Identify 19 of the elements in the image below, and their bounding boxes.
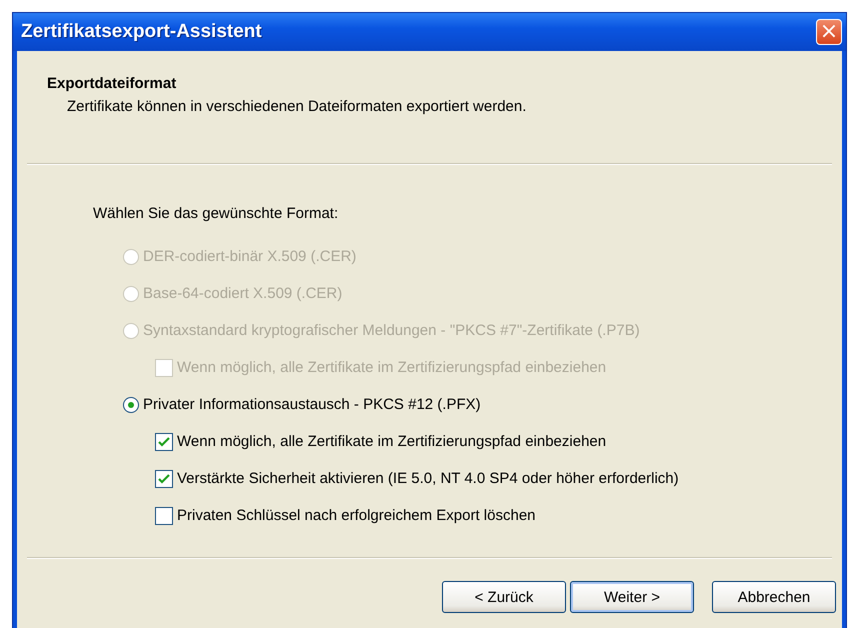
window-title: Zertifikatsexport-Assistent xyxy=(21,21,262,43)
format-prompt: Wählen Sie das gewünschte Format: xyxy=(93,205,340,222)
option-label: Verstärkte Sicherheit aktivieren (IE 5.0, NT 4.0 SP4 oder höher erforderlich) xyxy=(177,470,679,487)
option-label: Privater Informationsaustausch - PKCS #12 (.PFX) xyxy=(143,396,481,413)
option-label: Wenn möglich, alle Zertifikate im Zertifizierungspfad einbeziehen xyxy=(177,433,606,450)
checkbox[interactable] xyxy=(155,470,173,488)
option-label: DER-codiert-binär X.509 (.CER) xyxy=(143,248,356,265)
checkbox[interactable] xyxy=(155,506,173,524)
wizard-button[interactable]: < Zurück xyxy=(442,581,566,613)
wizard-button[interactable]: Weiter > xyxy=(570,581,694,613)
page-subtitle: Zertifikate können in verschiedenen Dateiformaten exportiert werden. xyxy=(67,98,528,115)
option-label: Base-64-codiert X.509 (.CER) xyxy=(143,285,342,302)
checkbox[interactable] xyxy=(155,432,173,450)
option-label: Syntaxstandard kryptografischer Meldungen - "PKCS #7"-Zertifikate (.P7B) xyxy=(143,322,640,339)
option-label: Privaten Schlüssel nach erfolgreichem Export löschen xyxy=(177,507,536,524)
option-label: Wenn möglich, alle Zertifikate im Zertifizierungspfad einbeziehen xyxy=(177,359,606,376)
wizard-button[interactable]: Abbrechen xyxy=(712,581,836,613)
radio-button[interactable] xyxy=(123,396,139,412)
page-title: Exportdateiformat xyxy=(47,75,178,92)
